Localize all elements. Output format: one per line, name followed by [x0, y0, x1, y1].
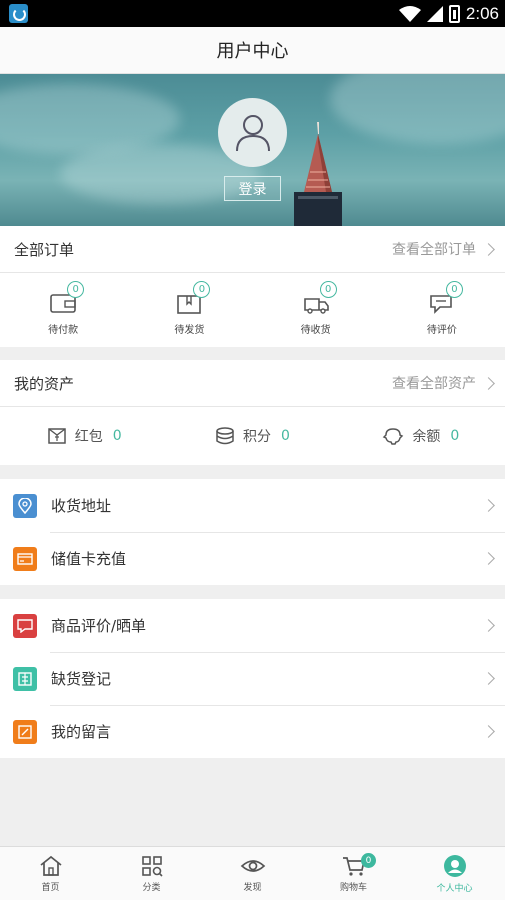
status-bar: 2:06: [0, 0, 505, 27]
clock: 2:06: [465, 3, 499, 23]
menu-item-label: 商品评价/晒单: [51, 617, 147, 635]
location-icon: [13, 493, 37, 518]
chevron-right-icon: [482, 619, 495, 632]
review-icon: [13, 613, 37, 638]
register-icon: [13, 666, 37, 691]
assets-title: 我的资产: [14, 374, 75, 393]
menu-item-label: 缺货登记: [51, 670, 112, 688]
tab-label: 分类: [142, 882, 161, 893]
chevron-right-icon: [482, 672, 495, 685]
menu-item-label: 储值卡充值: [51, 550, 127, 568]
view-all-assets-link[interactable]: 查看全部资产: [392, 373, 476, 393]
piggy-bank-icon: [383, 428, 404, 445]
order-label: 待评价: [426, 324, 457, 336]
menu-item-address[interactable]: 收货地址: [0, 479, 505, 532]
red-envelope-icon: [47, 428, 66, 444]
wifi-icon: [398, 5, 421, 22]
order-label: 待付款: [48, 324, 79, 336]
menu-item-messages[interactable]: 我的留言: [0, 705, 505, 758]
tab-profile[interactable]: 个人中心: [404, 847, 505, 900]
count-badge: 0: [319, 280, 337, 298]
asset-label: 红包: [74, 429, 103, 445]
category-icon: [141, 855, 163, 877]
signal-icon: [426, 5, 443, 22]
tab-label: 首页: [41, 882, 60, 893]
skyscraper-image: [294, 122, 342, 226]
order-pending-review[interactable]: 0 待评价: [379, 273, 505, 347]
asset-value: 0: [112, 428, 122, 444]
orders-header[interactable]: 全部订单 查看全部订单: [0, 226, 505, 273]
cart-count-badge: 0: [361, 853, 376, 868]
asset-value: 0: [281, 428, 290, 444]
card-icon: [13, 546, 37, 571]
order-pending-shipment[interactable]: 0 待发货: [126, 273, 252, 347]
order-pending-receipt[interactable]: 0 待收货: [253, 273, 379, 347]
tab-label: 发现: [243, 882, 262, 893]
home-icon: [39, 855, 62, 876]
asset-points[interactable]: 积分 0: [168, 426, 336, 446]
tab-label: 购物车: [339, 882, 367, 893]
login-button[interactable]: 登录: [224, 176, 281, 201]
top-header: 用户中心: [0, 27, 505, 74]
menu-item-label: 收货地址: [51, 497, 112, 515]
order-label: 待发货: [174, 324, 205, 336]
coins-icon: [216, 427, 234, 445]
user-icon: [235, 114, 270, 151]
asset-label: 积分: [243, 429, 272, 445]
battery-icon: [448, 4, 460, 23]
menu-item-label: 我的留言: [51, 723, 112, 741]
menu-item-card-recharge[interactable]: 储值卡充值: [0, 532, 505, 585]
tab-cart[interactable]: 0 购物车: [303, 847, 404, 900]
chevron-right-icon: [482, 725, 495, 738]
orders-section: 全部订单 查看全部订单 0 待付款 0 待发货 0 待收货 0 待评价: [0, 226, 505, 347]
assets-section: 我的资产 查看全部资产 红包 0 积分 0 余额 0: [0, 360, 505, 465]
tab-home[interactable]: 首页: [0, 847, 101, 900]
asset-balance[interactable]: 余额 0: [337, 426, 505, 446]
tab-label: 个人中心: [436, 883, 473, 894]
orders-title: 全部订单: [14, 240, 75, 259]
message-icon: [13, 719, 37, 744]
chevron-right-icon: [482, 376, 495, 390]
eye-icon: [240, 859, 265, 872]
menu-group-address: 收货地址 储值卡充值: [0, 479, 505, 585]
asset-label: 余额: [412, 429, 441, 445]
chevron-right-icon: [482, 499, 495, 512]
tab-category[interactable]: 分类: [101, 847, 202, 900]
menu-group-reviews: 商品评价/晒单 缺货登记 我的留言: [0, 599, 505, 758]
menu-item-reviews[interactable]: 商品评价/晒单: [0, 599, 505, 652]
user-icon: [443, 854, 466, 877]
order-pending-payment[interactable]: 0 待付款: [0, 273, 126, 347]
view-all-orders-link[interactable]: 查看全部订单: [392, 239, 476, 259]
tab-discover[interactable]: 发现: [202, 847, 303, 900]
menu-item-stockout-register[interactable]: 缺货登记: [0, 652, 505, 705]
asset-value: 0: [450, 428, 460, 444]
count-badge: 0: [67, 280, 85, 298]
profile-banner: 登录: [0, 74, 505, 226]
asset-red-envelope[interactable]: 红包 0: [0, 426, 168, 446]
page-title: 用户中心: [216, 41, 289, 62]
avatar[interactable]: [218, 98, 287, 167]
order-label: 待收货: [300, 324, 331, 336]
app-notification-icon: [9, 4, 28, 23]
bottom-tab-bar: 首页 分类 发现 0 购物车 个人中心: [0, 846, 505, 900]
chevron-right-icon: [482, 242, 495, 256]
count-badge: 0: [193, 280, 211, 298]
chevron-right-icon: [482, 552, 495, 565]
count-badge: 0: [445, 280, 463, 298]
assets-header[interactable]: 我的资产 查看全部资产: [0, 360, 505, 407]
